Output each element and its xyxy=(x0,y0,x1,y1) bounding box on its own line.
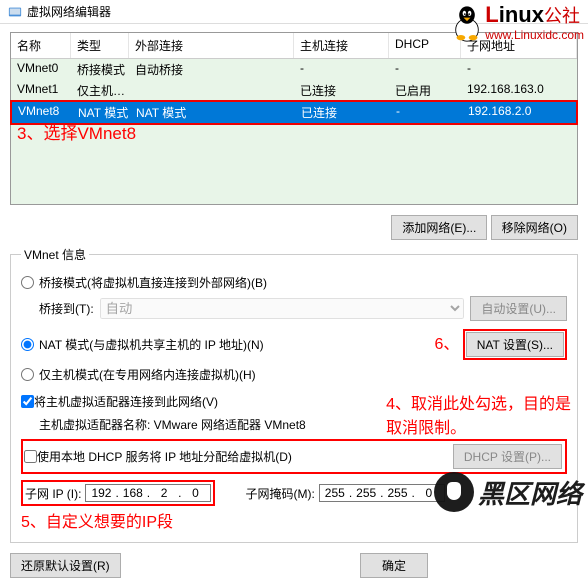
auto-settings-button[interactable]: 自动设置(U)... xyxy=(470,296,567,321)
col-ext[interactable]: 外部连接 xyxy=(129,33,294,58)
col-type[interactable]: 类型 xyxy=(71,33,129,58)
remove-network-button[interactable]: 移除网络(O) xyxy=(491,215,578,240)
check-connect-host[interactable] xyxy=(21,395,34,408)
connect-host-label: 将主机虚拟适配器连接到此网络(V) xyxy=(34,393,218,410)
radio-hostonly[interactable] xyxy=(21,368,34,381)
nat-label: NAT 模式(与虚拟机共享主机的 IP 地址)(N) xyxy=(39,336,264,353)
annotation-4: 4、取消此处勾选，目的是取消限制。 xyxy=(386,390,571,438)
col-name[interactable]: 名称 xyxy=(11,33,71,58)
bridge-to-label: 桥接到(T): xyxy=(39,300,94,317)
ok-button[interactable]: 确定 xyxy=(360,553,428,578)
add-network-button[interactable]: 添加网络(E)... xyxy=(391,215,487,240)
logo-url: www.Linuxidc.com xyxy=(485,28,584,42)
bridge-label: 桥接模式(将虚拟机直接连接到外部网络)(B) xyxy=(39,274,267,291)
use-dhcp-label: 使用本地 DHCP 服务将 IP 地址分配给虚拟机(D) xyxy=(37,448,292,465)
radio-bridge[interactable] xyxy=(21,276,34,289)
app-icon xyxy=(8,5,22,19)
col-host[interactable]: 主机连接 xyxy=(294,33,389,58)
nat-settings-button[interactable]: NAT 设置(S)... xyxy=(466,332,564,357)
heiqu-logo: 黑区网络 xyxy=(434,472,582,512)
subnet-mask-input[interactable]: ... xyxy=(319,484,445,502)
annotation-6: 6、 xyxy=(435,336,460,353)
tux-icon xyxy=(449,2,485,42)
table-row[interactable]: VMnet1 仅主机… 已连接 已启用 192.168.163.0 xyxy=(11,80,577,101)
subnet-ip-label: 子网 IP (I): xyxy=(25,485,81,502)
subnet-mask-label: 子网掩码(M): xyxy=(245,485,314,502)
annotation-3: 3、选择VMnet8 xyxy=(17,119,136,144)
hostonly-label: 仅主机模式(在专用网络内连接虚拟机)(H) xyxy=(39,366,256,383)
window-title: 虚拟网络编辑器 xyxy=(27,3,111,20)
subnet-ip-input[interactable]: ... xyxy=(85,484,211,502)
dhcp-settings-button[interactable]: DHCP 设置(P)... xyxy=(453,444,562,469)
linux-logo: Linux公社 www.Linuxidc.com xyxy=(449,2,584,42)
vmnet-table: 名称 类型 外部连接 主机连接 DHCP 子网地址 VMnet0 桥接模式 自动… xyxy=(10,32,578,205)
bridge-select[interactable]: 自动 xyxy=(100,298,465,319)
restore-defaults-button[interactable]: 还原默认设置(R) xyxy=(10,553,121,578)
group-title: VMnet 信息 xyxy=(21,246,89,263)
check-use-dhcp[interactable] xyxy=(24,450,37,463)
radio-nat[interactable] xyxy=(21,338,34,351)
table-row[interactable]: VMnet0 桥接模式 自动桥接 - - - xyxy=(11,59,577,80)
heiqu-icon xyxy=(434,472,474,512)
